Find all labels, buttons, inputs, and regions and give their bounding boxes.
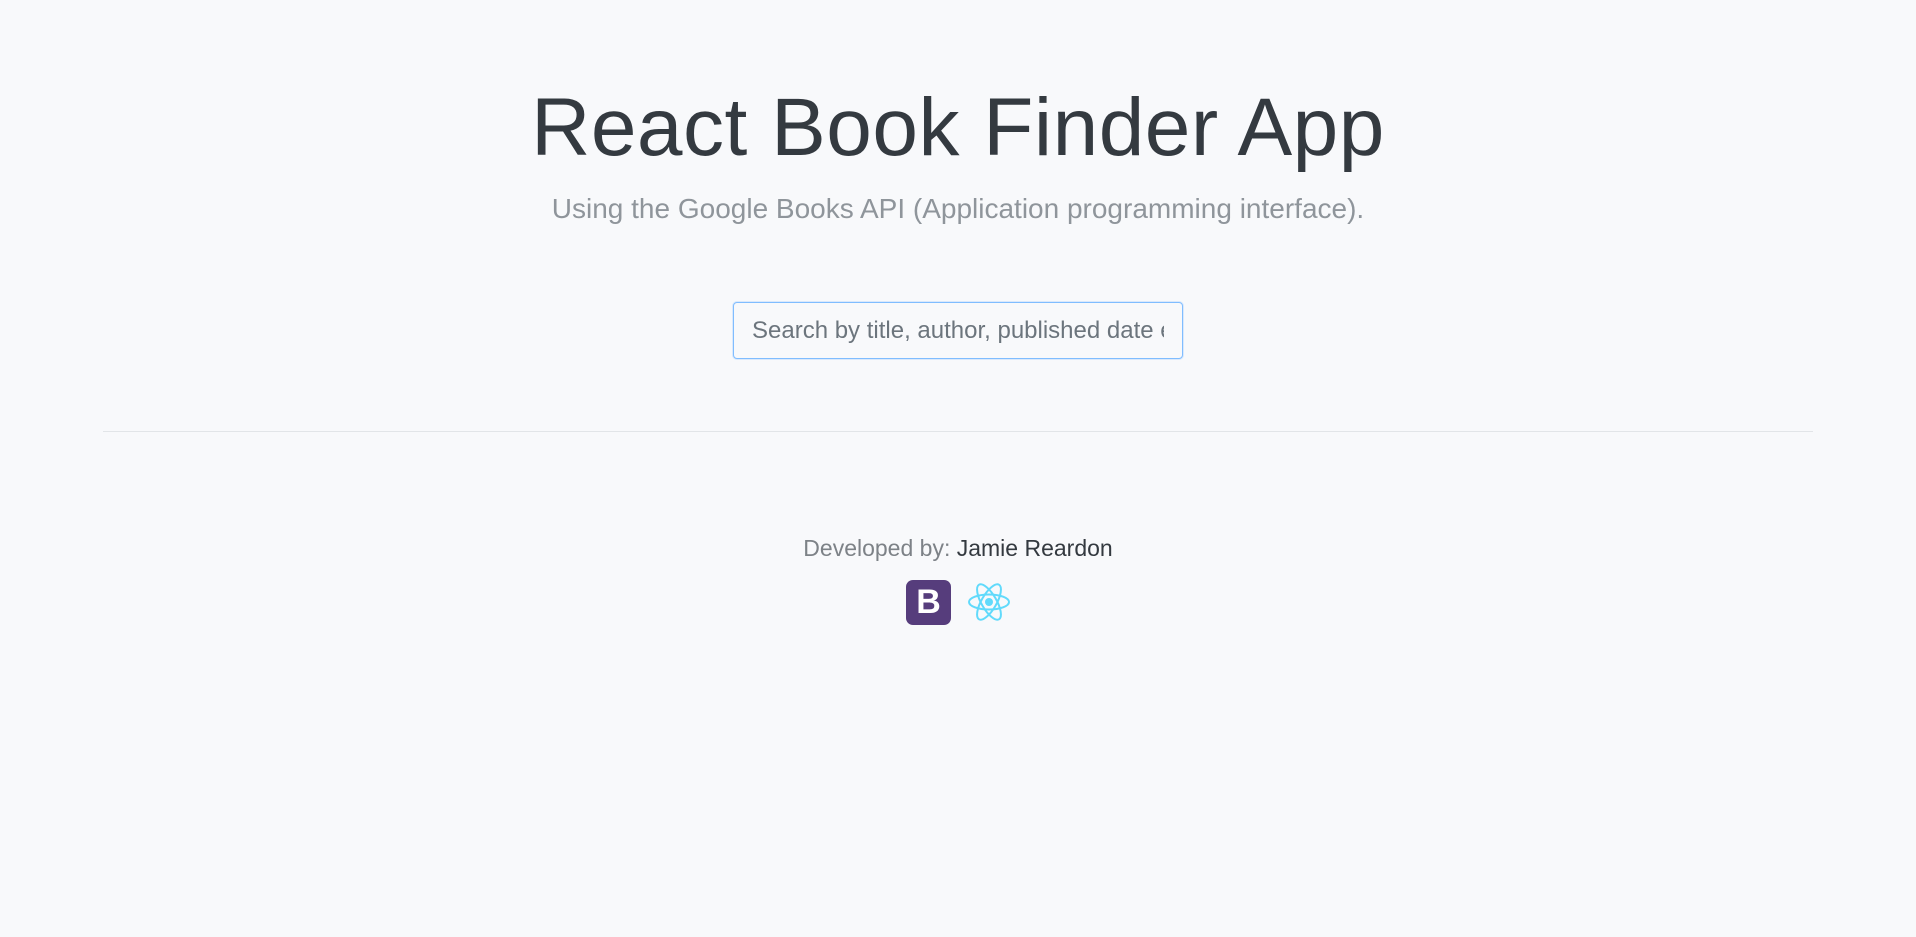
page-subtitle: Using the Google Books API (Application … — [551, 193, 1365, 224]
divider — [103, 431, 1813, 432]
technology-logos: B — [906, 579, 1016, 625]
bootstrap-icon-letter: B — [916, 582, 941, 621]
page-title: React Book Finder App — [531, 82, 1385, 173]
react-icon[interactable] — [965, 579, 1013, 625]
bootstrap-icon[interactable]: B — [906, 579, 951, 625]
page: React Book Finder App Using the Google B… — [0, 0, 1916, 937]
search-container — [733, 302, 1183, 359]
search-input[interactable] — [733, 302, 1183, 359]
developer-credit: Developed by: Jamie Reardon — [0, 532, 1916, 564]
credit-label: Developed by: — [803, 535, 951, 561]
react-atom-svg — [968, 583, 1010, 621]
developer-name: Jamie Reardon — [956, 535, 1113, 561]
